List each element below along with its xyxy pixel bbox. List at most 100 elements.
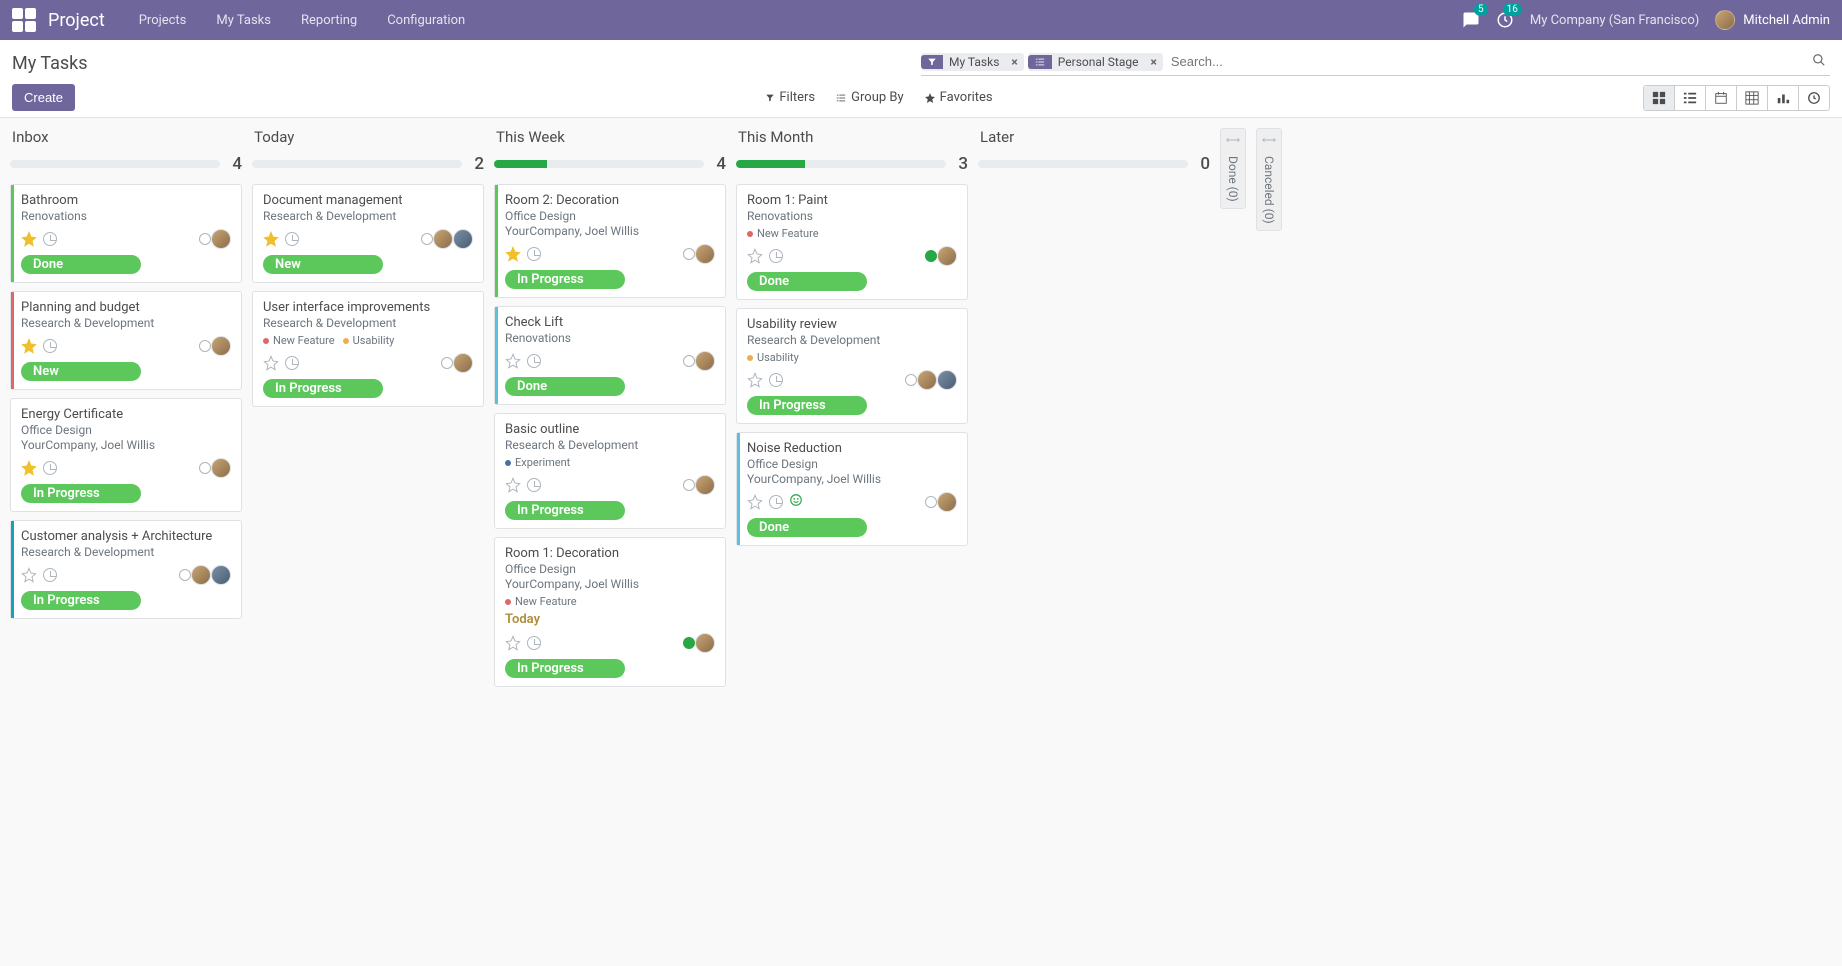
task-card[interactable]: Check LiftRenovationsDone [494, 306, 726, 405]
priority-star[interactable] [21, 231, 37, 247]
view-list[interactable] [1675, 86, 1706, 110]
stage-pill[interactable]: Done [505, 377, 625, 396]
smile-icon[interactable] [789, 493, 803, 511]
search-bar[interactable]: My Tasks×Personal Stage× [921, 50, 1830, 76]
kanban-state-icon[interactable] [683, 248, 695, 260]
task-card[interactable]: Energy CertificateOffice DesignYourCompa… [10, 398, 242, 512]
view-calendar[interactable] [1706, 86, 1737, 110]
priority-star[interactable] [505, 477, 521, 493]
task-card[interactable]: Usability reviewResearch & DevelopmentUs… [736, 308, 968, 424]
view-pivot[interactable] [1737, 86, 1768, 110]
activity-icon[interactable] [285, 356, 299, 370]
facet-remove[interactable]: × [1005, 53, 1023, 71]
company-switcher[interactable]: My Company (San Francisco) [1530, 13, 1699, 28]
priority-star[interactable] [505, 246, 521, 262]
stage-pill[interactable]: In Progress [747, 396, 867, 415]
activity-icon[interactable] [43, 339, 57, 353]
priority-star[interactable] [263, 355, 279, 371]
task-card[interactable]: Planning and budgetResearch & Developmen… [10, 291, 242, 390]
stage-pill[interactable]: In Progress [21, 484, 141, 503]
messaging-icon[interactable]: 5 [1462, 11, 1480, 29]
priority-star[interactable] [263, 231, 279, 247]
kanban-state-icon[interactable] [421, 233, 433, 245]
stage-pill[interactable]: In Progress [505, 501, 625, 520]
task-card[interactable]: Room 1: PaintRenovationsNew FeatureDone [736, 184, 968, 300]
view-graph[interactable] [1768, 86, 1799, 110]
priority-star[interactable] [747, 372, 763, 388]
assignee-avatar-icon[interactable] [917, 370, 937, 390]
kanban-state-icon[interactable] [683, 355, 695, 367]
app-title[interactable]: Project [48, 10, 105, 31]
view-activity[interactable] [1799, 86, 1829, 110]
activity-icon[interactable] [769, 373, 783, 387]
kanban-state-icon[interactable] [683, 637, 695, 649]
stage-pill[interactable]: New [21, 362, 141, 381]
priority-star[interactable] [21, 460, 37, 476]
user-menu[interactable]: Mitchell Admin [1715, 10, 1830, 30]
stage-pill[interactable]: Done [747, 518, 867, 537]
assignee-avatar-icon[interactable] [695, 633, 715, 653]
activity-icon[interactable] [285, 232, 299, 246]
assignee-avatar-icon[interactable] [211, 229, 231, 249]
folded-column[interactable]: ⟷Done (0) [1220, 128, 1246, 209]
assignee-avatar-icon[interactable] [453, 353, 473, 373]
task-card[interactable]: Noise ReductionOffice DesignYourCompany,… [736, 432, 968, 546]
assignee-avatar-icon[interactable] [453, 229, 473, 249]
stage-pill[interactable]: In Progress [263, 379, 383, 398]
assignee-avatar-icon[interactable] [695, 244, 715, 264]
kanban-state-icon[interactable] [199, 462, 211, 474]
search-icon[interactable] [1808, 53, 1830, 71]
nav-item[interactable]: Reporting [287, 5, 371, 36]
nav-item[interactable]: My Tasks [202, 5, 285, 36]
assignee-avatar-icon[interactable] [433, 229, 453, 249]
folded-column[interactable]: ⟷Canceled (0) [1256, 128, 1282, 231]
kanban-state-icon[interactable] [199, 233, 211, 245]
assignee-avatar-icon[interactable] [695, 351, 715, 371]
task-card[interactable]: Room 2: DecorationOffice DesignYourCompa… [494, 184, 726, 298]
assignee-avatar-icon[interactable] [695, 475, 715, 495]
column-title[interactable]: Later [978, 128, 1210, 146]
priority-star[interactable] [747, 248, 763, 264]
nav-item[interactable]: Configuration [373, 5, 479, 36]
activity-icon[interactable] [527, 247, 541, 261]
activity-icon[interactable] [769, 495, 783, 509]
activity-icon[interactable] [527, 354, 541, 368]
task-card[interactable]: User interface improvementsResearch & De… [252, 291, 484, 407]
search-input[interactable] [1167, 50, 1808, 73]
column-title[interactable]: Inbox [10, 128, 242, 146]
task-card[interactable]: Room 1: DecorationOffice DesignYourCompa… [494, 537, 726, 687]
stage-pill[interactable]: In Progress [21, 591, 141, 610]
assignee-avatar-icon[interactable] [211, 336, 231, 356]
column-title[interactable]: This Week [494, 128, 726, 146]
nav-item[interactable]: Projects [125, 5, 201, 36]
priority-star[interactable] [747, 494, 763, 510]
activity-icon[interactable] [43, 461, 57, 475]
view-kanban[interactable] [1644, 86, 1675, 110]
task-card[interactable]: BathroomRenovationsDone [10, 184, 242, 283]
favorites-toggle[interactable]: Favorites [924, 90, 993, 105]
filters-toggle[interactable]: Filters [765, 90, 815, 105]
stage-pill[interactable]: In Progress [505, 270, 625, 289]
apps-icon[interactable] [12, 8, 36, 32]
assignee-avatar-icon[interactable] [211, 458, 231, 478]
priority-star[interactable] [21, 338, 37, 354]
stage-pill[interactable]: Done [21, 255, 141, 274]
kanban-state-icon[interactable] [925, 496, 937, 508]
priority-star[interactable] [21, 567, 37, 583]
stage-pill[interactable]: New [263, 255, 383, 274]
assignee-avatar-icon[interactable] [937, 370, 957, 390]
kanban-state-icon[interactable] [683, 479, 695, 491]
kanban-state-icon[interactable] [179, 569, 191, 581]
kanban-state-icon[interactable] [905, 374, 917, 386]
activity-icon[interactable] [769, 249, 783, 263]
activity-icon[interactable] [527, 478, 541, 492]
kanban-state-icon[interactable] [925, 250, 937, 262]
groupby-toggle[interactable]: Group By [835, 90, 904, 105]
assignee-avatar-icon[interactable] [211, 565, 231, 585]
assignee-avatar-icon[interactable] [191, 565, 211, 585]
priority-star[interactable] [505, 635, 521, 651]
task-card[interactable]: Customer analysis + ArchitectureResearch… [10, 520, 242, 619]
column-title[interactable]: Today [252, 128, 484, 146]
assignee-avatar-icon[interactable] [937, 492, 957, 512]
activity-icon[interactable] [527, 636, 541, 650]
